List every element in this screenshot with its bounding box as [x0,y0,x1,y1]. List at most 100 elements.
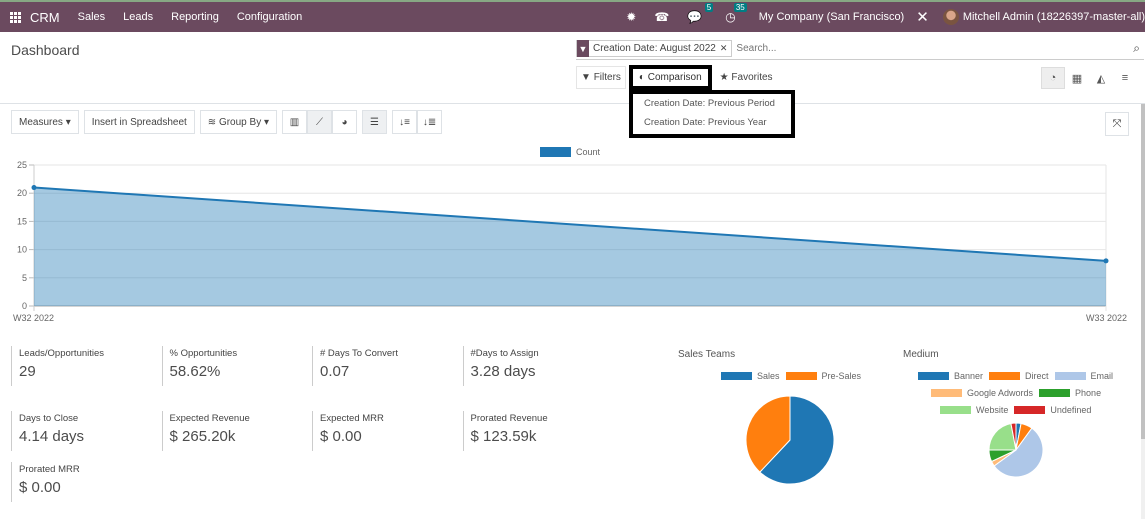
kpi-label: #Days to Assign [470,348,539,359]
filter-icon: ▼ [577,40,589,57]
y-tick-label: 20 [17,188,27,198]
graph-toolbar: Measures ▾ Insert in Spreadsheet ≋ Group… [11,110,447,134]
favorites-label: Favorites [731,72,773,83]
comparison-dropdown: Creation Date: Previous Period Creation … [629,90,795,138]
y-tick-label: 15 [17,216,27,226]
line-chart-icon: ⟋ [316,116,324,128]
kpi-value: $ 123.59k [470,428,537,445]
bar-chart-icon: ▥ [289,116,300,128]
kpi-card[interactable]: Expected Revenue $ 265.20k [161,411,302,451]
kpi-card[interactable]: # Days To Convert 0.07 [312,346,452,386]
kpi-card[interactable]: Days to Close 4.14 days [11,411,151,451]
star-icon: ★ [719,72,729,83]
group-by-label: Group By [218,116,262,128]
comparison-option-previous-year[interactable]: Creation Date: Previous Year [633,113,791,132]
sales-teams-title: Sales Teams [678,349,736,360]
sort-ascending-button[interactable]: ↓≣ [417,110,443,134]
filters-button[interactable]: ▼ Filters [576,66,626,89]
sales-teams-pie-chart [745,395,835,485]
data-point[interactable] [1103,258,1109,264]
kpi-label: Prorated Revenue [470,413,548,424]
debug-bug-icon[interactable]: ✹ [626,10,636,24]
facet-label: Creation Date: August 2022 [593,43,716,54]
search-bar: ▼ Creation Date: August 2022 ✕ ⌕ [576,38,1144,60]
kpi-label: Days to Close [19,413,79,424]
kpi-value: 58.62% [169,363,221,380]
caret-down-icon: ▾ [65,116,71,128]
kpi-label: Prorated MRR [19,464,80,475]
tools-icon[interactable]: ✕ [916,8,929,26]
bar-chart-button[interactable]: ▥ [282,110,308,134]
kpi-card[interactable]: Expected MRR $ 0.00 [312,411,452,451]
kpi-value: 3.28 days [470,363,536,380]
activities-badge: 35 [733,3,747,12]
kpi-card[interactable]: #Days to Assign 3.28 days [462,346,603,386]
kpi-label: Expected MRR [320,413,384,424]
top-navbar: CRM Sales Leads Reporting Configuration … [0,0,1145,32]
scrollbar[interactable] [1141,104,1145,519]
sales-teams-section: Sales Teams Sales Pre-Sales [678,346,888,496]
menu-reporting[interactable]: Reporting [171,11,219,23]
comparison-button[interactable]: ◐ Comparison [628,65,712,90]
insert-spreadsheet-button[interactable]: Insert in Spreadsheet [83,110,195,134]
menu-sales[interactable]: Sales [78,11,106,23]
expand-icon: ⤧ [1112,117,1122,130]
phone-icon[interactable]: ☎ [654,10,669,24]
filter-icon: ▼ [581,72,591,83]
group-by-button[interactable]: ≋ Group By ▾ [199,110,278,134]
list-view-icon[interactable]: ≡ [1113,67,1137,89]
legend-label: Count [576,147,601,157]
medium-pie-chart [988,422,1044,478]
pivot-view-icon[interactable]: ▦ [1065,67,1089,89]
count-area-chart: Count 0 5 10 15 20 25 W32 2022 W33 2022 [13,147,1127,323]
scrollbar-thumb[interactable] [1141,104,1145,439]
kpi-card[interactable]: Prorated Revenue $ 123.59k [462,411,603,451]
layers-icon: ≋ [207,116,217,128]
sort-descending-button[interactable]: ↓≡ [392,110,418,134]
pie-chart-button[interactable]: ◕ [332,110,358,134]
apps-menu-icon[interactable] [10,11,21,23]
menu-configuration[interactable]: Configuration [237,11,302,23]
kpi-card[interactable]: Leads/Opportunities 29 [11,346,151,386]
data-point[interactable] [31,185,37,191]
kpi-card[interactable]: % Opportunities 58.62% [161,346,302,386]
search-facet: ▼ Creation Date: August 2022 ✕ [576,40,733,57]
avatar [942,9,959,25]
pie-chart-icon: ◕ [341,116,348,128]
kpi-label: Expected Revenue [169,413,250,424]
activities-clock-icon[interactable]: ◷ 35 [725,3,747,24]
filters-label: Filters [593,72,621,83]
search-input[interactable] [736,43,1117,54]
comparison-option-previous-period[interactable]: Creation Date: Previous Period [633,94,791,113]
kpi-label: # Days To Convert [320,348,398,359]
stacked-button[interactable]: ☰ [362,110,388,134]
dashboard-view-icon[interactable]: ◔ [1041,67,1065,89]
expand-button[interactable]: ⤧ [1105,112,1129,136]
messages-icon[interactable]: 💬 5 [687,3,714,24]
kpi-value: 4.14 days [19,428,85,445]
kpi-value: $ 0.00 [19,479,61,496]
kpi-card[interactable]: Prorated MRR $ 0.00 [11,462,151,502]
kpi-value: $ 265.20k [169,428,236,445]
graph-view-icon[interactable]: ◭ [1089,67,1113,89]
caret-down-icon: ▾ [263,116,270,128]
measures-button[interactable]: Measures ▾ [11,110,79,134]
sort-asc-icon: ↓≣ [422,116,437,128]
messages-badge: 5 [704,3,714,12]
line-chart-button[interactable]: ⟋ [307,110,333,134]
medium-title: Medium [903,349,939,360]
y-tick-label: 25 [17,160,27,170]
legend-swatch [540,147,571,157]
favorites-button[interactable]: ★ Favorites [714,67,779,88]
search-icon[interactable]: ⌕ [1133,41,1140,56]
app-name[interactable]: CRM [30,10,60,25]
measures-label: Measures [19,116,63,128]
remove-facet-icon[interactable]: ✕ [720,43,732,54]
kpi-value: 29 [19,363,36,380]
x-tick-label: W32 2022 [13,313,54,323]
user-menu[interactable]: Mitchell Admin (18226397-master-all) [942,9,1145,25]
legend-item-count[interactable]: Count [540,147,601,157]
menu-leads[interactable]: Leads [123,11,153,23]
y-tick-label: 10 [17,245,27,255]
company-switcher[interactable]: My Company (San Francisco) [759,11,905,23]
